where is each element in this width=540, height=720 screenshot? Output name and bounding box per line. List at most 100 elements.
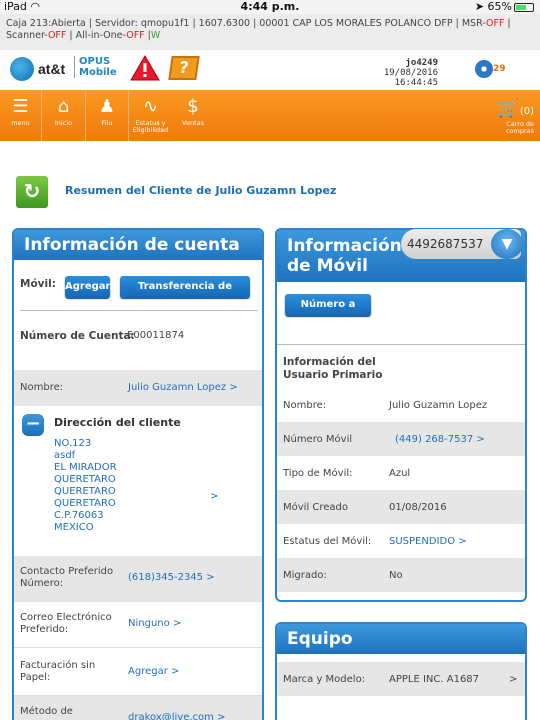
name-row[interactable]: Nombre: Julio Guzamn Lopez > bbox=[14, 370, 262, 406]
cart-count: (0) bbox=[519, 106, 534, 117]
primary-user-title: Información del Usuario Primario bbox=[283, 356, 383, 381]
mobile-number-row[interactable]: Número Móvil (449) 268-7537 > bbox=[277, 422, 525, 456]
help-icon[interactable]: ? bbox=[168, 56, 200, 80]
login-datetime: 19/08/2016 16:44:45 bbox=[383, 68, 438, 88]
store-name: 00001 CAP LOS MORALES POLANCO DFP bbox=[259, 18, 453, 29]
mobile-number: (449) 268-7537 bbox=[395, 434, 474, 445]
preferred-contact-row[interactable]: Contacto Preferido Número: (618)345-2345 … bbox=[14, 556, 262, 602]
chevron-right-icon: > bbox=[476, 434, 485, 445]
nav-filu[interactable]: ♟ Filu bbox=[86, 90, 129, 141]
allinone-extra: W bbox=[150, 30, 161, 41]
divider bbox=[20, 310, 258, 311]
pulse-icon: ∿ bbox=[142, 96, 159, 117]
terminal-id: 1607.6300 bbox=[198, 18, 251, 29]
port-number-button[interactable]: Número a Portar bbox=[285, 294, 371, 332]
contact-number: (618)345-2345 bbox=[128, 572, 204, 583]
chevron-right-icon: > bbox=[172, 618, 182, 629]
dollar-icon: $ bbox=[187, 96, 199, 117]
nav-estatus[interactable]: ∿ Estatus y Eligibilidad bbox=[129, 90, 172, 141]
mobile-type: Azul bbox=[389, 468, 411, 479]
chevron-right-icon: > bbox=[509, 674, 518, 685]
battery-icon bbox=[514, 2, 534, 12]
allinone-status: OFF bbox=[126, 30, 145, 41]
address-line: EL MIRADOR bbox=[54, 462, 117, 473]
equipment-panel-title: Equipo bbox=[277, 624, 525, 654]
movil-row: Móvil: Agregar Transferencia de Dominio bbox=[14, 260, 262, 314]
notifications-icon[interactable] bbox=[475, 60, 493, 78]
address-line: NO.123 bbox=[54, 438, 92, 449]
mobile-status: SUSPENDIDO bbox=[389, 536, 456, 547]
mobile-user-name: Julio Guzamn Lopez bbox=[389, 400, 488, 411]
allinone-label: All-in-One- bbox=[75, 30, 127, 41]
account-number-row: Número de Cuenta: 500011874 bbox=[20, 330, 185, 342]
opus-mobile-logo: OPUS Mobile bbox=[74, 56, 117, 78]
account-info-panel: Información de cuenta Móvil: Agregar Tra… bbox=[12, 228, 264, 720]
preferred-email-row[interactable]: Correo Electrónico Preferido: Ninguno > bbox=[14, 602, 262, 648]
address-line: QUERETARO bbox=[54, 498, 116, 509]
msr-status: OFF bbox=[486, 18, 505, 29]
domain-transfer-button[interactable]: Transferencia de Dominio bbox=[120, 276, 250, 314]
address-line: QUERETARO bbox=[54, 474, 116, 485]
address-line: asdf bbox=[54, 450, 76, 461]
paperless-billing-row[interactable]: Facturación sin Papel: Agregar > bbox=[14, 648, 262, 696]
preferred-email: Ninguno bbox=[128, 618, 170, 629]
mobile-created-row: Móvil Creado 01/08/2016 bbox=[277, 490, 525, 524]
home-icon: ⌂ bbox=[57, 96, 70, 117]
warning-icon[interactable] bbox=[130, 55, 160, 81]
mobile-created-date: 01/08/2016 bbox=[389, 502, 447, 513]
server-name: Servidor: qmopu1f1 bbox=[94, 18, 190, 29]
nav-ventas[interactable]: $ Ventas bbox=[172, 90, 214, 141]
equipment-panel: Equipo Marca y Modelo: APPLE INC. A1687 … bbox=[275, 622, 527, 720]
cart-button[interactable]: 🛒(0) Carro de compras bbox=[497, 100, 534, 135]
hamburger-icon: ☰ bbox=[12, 96, 29, 117]
mobile-name-row: Nombre: Julio Guzamn Lopez bbox=[283, 400, 488, 411]
chevron-right-icon: > bbox=[217, 712, 226, 720]
session-info-bar: Caja 213:Abierta | Servidor: qmopu1f1 | … bbox=[0, 14, 540, 50]
battery-indicator: ➤ 65% bbox=[475, 0, 534, 13]
notification-count: 29 bbox=[493, 64, 506, 74]
page-title: Resumen del Cliente de Julio Guzamn Lope… bbox=[65, 184, 337, 197]
chevron-right-icon: > bbox=[229, 382, 238, 393]
migrated-row: Migrado: No bbox=[277, 558, 525, 592]
collapse-icon[interactable]: − bbox=[22, 414, 44, 436]
payment-method-row[interactable]: Método de drakox@live.com > bbox=[14, 696, 262, 720]
migrated-value: No bbox=[389, 570, 403, 581]
add-mobile-button[interactable]: Agregar bbox=[65, 276, 110, 298]
brand-model-row[interactable]: Marca y Modelo: APPLE INC. A1687 > bbox=[277, 662, 525, 696]
cart-icon: 🛒(0) bbox=[497, 98, 534, 119]
address-title: Dirección del cliente bbox=[54, 416, 181, 429]
att-globe-icon bbox=[10, 57, 34, 81]
scanner-label: Scanner- bbox=[6, 30, 48, 41]
user-id: jo4249 bbox=[405, 58, 438, 68]
customer-address-row: − Dirección del cliente NO.123 asdf EL MIR… bbox=[14, 406, 262, 556]
chevron-right-icon: > bbox=[171, 666, 180, 677]
account-panel-title: Información de cuenta bbox=[14, 230, 262, 260]
address-lines: NO.123 asdf EL MIRADOR QUERETARO QUERETARO QU… bbox=[54, 438, 117, 534]
mobile-type-row: Tipo de Móvil: Azul bbox=[283, 468, 411, 479]
brand-model-value: APPLE INC. A1687 bbox=[389, 674, 480, 685]
att-logo: at&t bbox=[38, 61, 66, 77]
account-number: 500011874 bbox=[127, 330, 185, 341]
location-icon: ➤ bbox=[474, 0, 485, 13]
address-line: MEXICO bbox=[54, 522, 94, 533]
cart-label: Carro de compras bbox=[505, 120, 534, 135]
customer-name: Julio Guzamn Lopez bbox=[128, 382, 227, 393]
scanner-status: OFF bbox=[47, 30, 67, 41]
nav-menu[interactable]: ☰ menu bbox=[0, 90, 42, 141]
payment-method-value: drakox@live.com bbox=[128, 712, 214, 720]
mobile-status-row[interactable]: Estatus del Móvil: SUSPENDIDO > bbox=[277, 524, 525, 558]
msr-label: MSR- bbox=[461, 18, 486, 29]
user-info: jo4249 19/08/2016 16:44:45 bbox=[354, 58, 438, 88]
refresh-icon[interactable]: ↻ bbox=[16, 176, 48, 208]
register-status: Caja 213:Abierta bbox=[6, 18, 86, 29]
mobile-info-panel: Información de Móvil Número a Portar Info… bbox=[275, 228, 527, 602]
users-icon: ♟ bbox=[98, 96, 116, 117]
clock: 4:44 p.m. bbox=[240, 0, 300, 13]
paperless-billing-value: Agregar bbox=[128, 666, 168, 677]
chevron-down-icon[interactable]: ▼ bbox=[491, 229, 523, 259]
address-line: QUERETARO bbox=[54, 486, 116, 497]
chevron-right-icon[interactable]: > bbox=[210, 491, 218, 502]
nav-inicio[interactable]: ⌂ Inicio bbox=[42, 90, 86, 141]
chevron-right-icon: > bbox=[206, 572, 215, 583]
divider bbox=[277, 344, 525, 345]
